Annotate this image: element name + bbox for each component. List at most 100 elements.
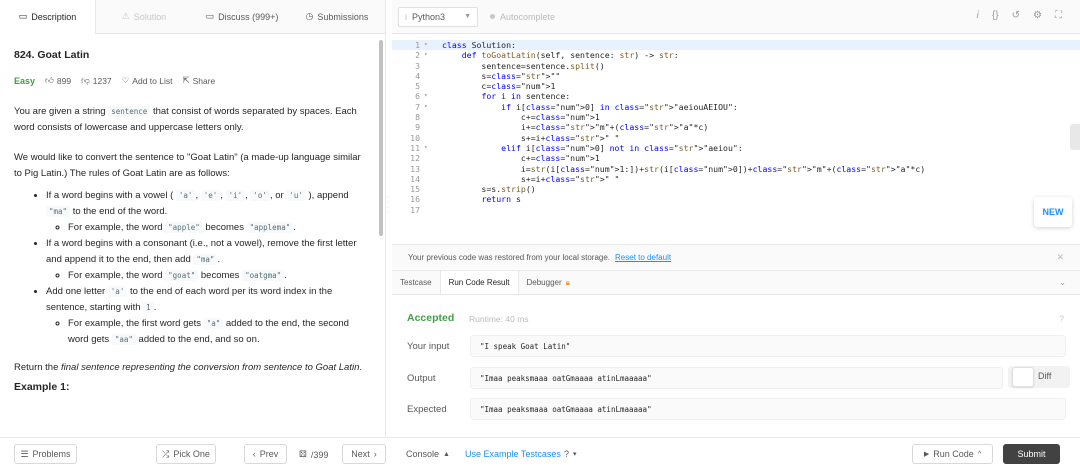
help-icon[interactable]: ?	[1059, 314, 1064, 324]
chevron-left-icon: ‹	[252, 449, 256, 459]
description-scrollbar[interactable]	[379, 40, 383, 236]
editor-tools: 𝑖 {} ↺ ⚙ ⛶	[976, 10, 1062, 21]
code-line[interactable]: 10 s+=i+class="str">" "	[392, 133, 1080, 143]
language-icon: i	[405, 11, 407, 22]
description-tabbar: ▭ Description ⚠ Solution ▭ Discuss (999+…	[0, 0, 385, 34]
list-item: For example, the word "goat" becomes "oa…	[68, 268, 366, 284]
code-line[interactable]: 8 c+=class="num">1	[392, 112, 1080, 122]
fold-icon[interactable]: ▾	[424, 102, 434, 112]
heart-icon: ♡	[121, 75, 130, 85]
line-number: 5	[415, 81, 420, 92]
tab-run-code-result[interactable]: Run Code Result	[439, 271, 519, 294]
autocomplete-toggle[interactable]: Autocomplete	[490, 12, 555, 22]
chevron-down-icon[interactable]: ⌄	[1059, 278, 1066, 287]
settings-icon[interactable]: ⚙	[1033, 10, 1042, 21]
code-line[interactable]: 9 i+=class="str">"m"+(class="str">"a"*c)	[392, 122, 1080, 132]
code-line[interactable]: 13 i=str(i[class="num">1:])+str(i[class=…	[392, 164, 1080, 174]
line-number: 4	[415, 70, 420, 81]
code-line[interactable]: 16 return s	[392, 194, 1080, 204]
code-text: c+=class="num">1	[442, 112, 600, 123]
code-line[interactable]: 2 ▾ def toGoatLatin(self, sentence: str) …	[392, 50, 1080, 60]
code-line[interactable]: 11 ▾ elif i[class="num">0] not in class="…	[392, 143, 1080, 153]
next-button[interactable]: Next ›	[342, 444, 386, 464]
autocomplete-dot-icon	[490, 14, 495, 19]
info-icon[interactable]: 𝑖	[976, 10, 979, 21]
code-line[interactable]: 5 c=class="num">1	[392, 81, 1080, 91]
code-line[interactable]: 7 ▾ if i[class="num">0] in class="str">"a…	[392, 102, 1080, 112]
code-line[interactable]: 3 sentence=sentence.split()	[392, 61, 1080, 71]
reset-icon[interactable]: ↺	[1012, 10, 1020, 21]
dislike-button[interactable]: 👎︎ 1237	[81, 75, 112, 86]
lock-icon: ⚠	[121, 11, 130, 21]
fold-icon[interactable]: ▾	[424, 40, 434, 50]
language-select[interactable]: i Python3 ▼	[398, 6, 478, 27]
share-button[interactable]: ⇱ Share	[182, 75, 215, 86]
code-line[interactable]: 1 ▾ class Solution:	[392, 40, 1080, 51]
tab-solution[interactable]: ⚠ Solution	[96, 0, 192, 34]
close-icon[interactable]: ✕	[1056, 252, 1064, 263]
tab-discuss[interactable]: ▭ Discuss (999+)	[192, 0, 292, 34]
pick-one-button[interactable]: ⤮ Pick One	[156, 444, 216, 464]
code-line[interactable]: 6 ▾ for i in sentence:	[392, 91, 1080, 101]
problem-title: 824. Goat Latin	[14, 49, 90, 61]
braces-icon[interactable]: {}	[992, 10, 999, 21]
prev-button[interactable]: ‹ Prev	[244, 444, 287, 464]
like-button[interactable]: 👍︎ 899	[45, 75, 71, 86]
problems-button[interactable]: ☰ Problems	[14, 444, 77, 464]
use-example-testcases-link[interactable]: Use Example Testcases	[465, 449, 561, 459]
output-value: "Imaa peaksmaaa oatGmaaaa atinLmaaaaa"	[470, 367, 1003, 389]
fold-icon[interactable]: ▾	[424, 91, 434, 101]
line-number: 9	[415, 122, 420, 133]
run-code-button[interactable]: ▶ Run Code ^	[912, 444, 993, 464]
code-line[interactable]: 14 s+=i+class="str">" "	[392, 174, 1080, 184]
problem-counter-value: /399	[310, 449, 329, 460]
console-tabs: Testcase Run Code Result Debugger 🔒︎ ⌄	[392, 270, 1080, 295]
shuffle-small-icon: ⚄	[299, 449, 307, 459]
fold-icon[interactable]: ▾	[424, 143, 434, 153]
share-label: Share	[192, 75, 216, 86]
submit-button[interactable]: Submit	[1003, 444, 1060, 464]
discuss-icon: ▭	[205, 11, 215, 21]
dislike-count: 1237	[92, 75, 112, 86]
caret-up-icon: ▲	[443, 450, 450, 458]
fullscreen-icon[interactable]: ⛶	[1055, 10, 1062, 21]
reset-to-default-link[interactable]: Reset to default	[615, 253, 671, 262]
code-line[interactable]: 12 c+=class="num">1	[392, 153, 1080, 163]
run-code-label: Run Code	[933, 449, 974, 459]
code-line[interactable]: 4 s=class="str">""	[392, 71, 1080, 81]
shuffle-icon: ⤮	[162, 448, 170, 459]
code-editor[interactable]: 1 ▾ class Solution: 2 ▾ def toGoatLatin(self…	[392, 40, 1080, 236]
language-value: Python3	[412, 11, 446, 22]
help-menu[interactable]: ? ▾	[564, 449, 577, 459]
tab-submissions[interactable]: ◷ Submissions	[292, 0, 382, 34]
code-line[interactable]: 17	[392, 205, 1080, 215]
list-item: If a word begins with a vowel ( 'a', 'e'…	[46, 188, 366, 236]
side-panel-tab[interactable]	[1070, 124, 1080, 150]
line-number: 3	[415, 60, 420, 71]
code-text: i+=class="str">"m"+(class="str">"a"*c)	[442, 122, 709, 133]
line-number: 16	[410, 194, 420, 205]
console-toggle[interactable]: Console ▲	[406, 449, 450, 459]
editor-panel: i Python3 ▼ Autocomplete 𝑖 {} ↺ ⚙ ⛶ 1 ▾ cl…	[392, 0, 1080, 437]
share-icon: ⇱	[182, 75, 190, 85]
lock-icon: 🔒︎	[565, 277, 570, 287]
tab-debugger[interactable]: Debugger 🔒︎	[519, 271, 578, 294]
drag-handle-icon: · · · ·	[387, 194, 390, 216]
tab-description[interactable]: ▭ Description	[0, 0, 96, 34]
problem-counter[interactable]: ⚄ /399	[299, 449, 328, 460]
new-badge[interactable]: NEW	[1034, 197, 1072, 227]
result-status: Accepted	[407, 312, 455, 324]
fold-icon[interactable]: ▾	[424, 50, 434, 60]
code-line[interactable]: 15 s=s.strip()	[392, 184, 1080, 194]
diff-toggle[interactable]	[1012, 367, 1034, 387]
tab-testcase[interactable]: Testcase	[392, 271, 440, 294]
add-to-list-button[interactable]: ♡ Add to List	[122, 75, 173, 86]
code-text: s=s.strip()	[442, 184, 536, 195]
input-value: "I speak Goat Latin"	[470, 335, 1066, 357]
